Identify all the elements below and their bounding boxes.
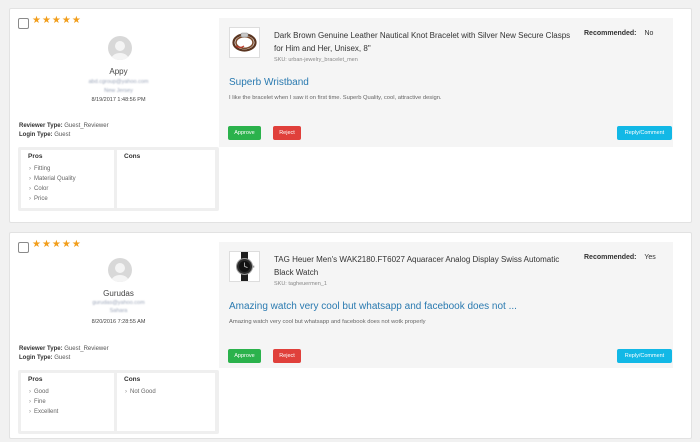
- reviewer-type-label: Reviewer Type:: [19, 346, 63, 352]
- reviewer-name: Gurudas: [103, 289, 134, 298]
- review-card: ★★★★★ Gurudas gurudas@yahoo.com Sahara 8…: [9, 232, 692, 439]
- login-type: Login Type: Guest: [19, 355, 70, 361]
- list-item: › Good: [29, 389, 49, 395]
- review-detail-panel: TAG Heuer Men's WAK2180.FT6027 Aquaracer…: [219, 242, 673, 368]
- review-date: 8/19/2017 1:48:56 PM: [91, 97, 146, 103]
- chevron-right-icon: ›: [29, 399, 31, 405]
- rating-stars: ★★★★★: [32, 239, 82, 250]
- reject-button[interactable]: Reject: [273, 349, 301, 363]
- product-thumbnail[interactable]: [229, 27, 260, 58]
- review-title: Superb Wristband: [229, 77, 309, 88]
- reviewer-location: New Jersey: [104, 88, 133, 94]
- review-detail-panel: Dark Brown Genuine Leather Nautical Knot…: [219, 18, 673, 147]
- list-item: › Fine: [29, 399, 46, 405]
- reviewer-email: abd.cgroup@yahoo.com: [88, 79, 149, 85]
- review-card: ★★★★★ Appy abd.cgroup@yahoo.com New Jers…: [9, 8, 692, 223]
- login-type-label: Login Type:: [19, 132, 53, 138]
- chevron-right-icon: ›: [29, 176, 31, 182]
- pros-title: Pros: [28, 376, 43, 383]
- product-sku: SKU: tagheuermen_1: [274, 281, 327, 287]
- review-title: Amazing watch very cool but whatsapp and…: [229, 301, 517, 312]
- login-type: Login Type: Guest: [19, 132, 70, 138]
- rating-stars: ★★★★★: [32, 15, 82, 26]
- pros-cons-panel: Pros › Good › Fine › Excellent Cons › Not Go…: [18, 370, 219, 434]
- reviewer-type: Reviewer Type: Guest_Reviewer: [19, 346, 109, 352]
- recommended-status: Recommended: No: [584, 30, 653, 37]
- chevron-right-icon: ›: [29, 409, 31, 415]
- list-item: › Color: [29, 186, 49, 192]
- pros-box: Pros › Fitting › Material Quality › Color ›…: [21, 150, 114, 208]
- select-review-checkbox[interactable]: [18, 18, 29, 29]
- list-item: › Fitting: [29, 166, 51, 172]
- avatar: [108, 258, 132, 282]
- login-type-label: Login Type:: [19, 355, 53, 361]
- list-item: › Excellent: [29, 409, 59, 415]
- user-icon: [111, 41, 129, 60]
- recommended-label: Recommended:: [584, 30, 637, 37]
- recommended-status: Recommended: Yes: [584, 254, 656, 261]
- reject-button[interactable]: Reject: [273, 126, 301, 140]
- review-date: 8/20/2016 7:28:55 AM: [91, 319, 146, 325]
- cons-title: Cons: [124, 153, 141, 160]
- reviewer-email: gurudas@yahoo.com: [92, 300, 145, 306]
- chevron-right-icon: ›: [29, 389, 31, 395]
- cons-title: Cons: [124, 376, 141, 383]
- reply-comment-button[interactable]: Reply/Comment: [617, 349, 672, 363]
- approve-button[interactable]: Approve: [228, 349, 261, 363]
- chevron-right-icon: ›: [125, 389, 127, 395]
- review-text: I like the bracelet when I saw it on fir…: [229, 95, 442, 101]
- pros-list: › Good › Fine › Excellent: [29, 387, 58, 417]
- review-text: Amazing watch very cool but whatsapp and…: [229, 319, 426, 325]
- reply-comment-button[interactable]: Reply/Comment: [617, 126, 672, 140]
- chevron-right-icon: ›: [29, 196, 31, 202]
- product-thumbnail[interactable]: [229, 251, 260, 282]
- pros-cons-panel: Pros › Fitting › Material Quality › Color ›…: [18, 147, 219, 211]
- cons-box: Cons › Not Good: [117, 373, 215, 431]
- reviewer-type-value: Guest_Reviewer: [64, 123, 109, 129]
- pros-box: Pros › Good › Fine › Excellent: [21, 373, 114, 431]
- chevron-right-icon: ›: [29, 186, 31, 192]
- product-title[interactable]: Dark Brown Genuine Leather Nautical Knot…: [274, 29, 574, 55]
- watch-icon: [230, 252, 259, 281]
- select-review-checkbox[interactable]: [18, 242, 29, 253]
- list-item: › Not Good: [125, 389, 156, 395]
- login-type-value: Guest: [54, 132, 71, 138]
- product-title[interactable]: TAG Heuer Men's WAK2180.FT6027 Aquaracer…: [274, 253, 574, 279]
- chevron-right-icon: ›: [29, 166, 31, 172]
- reviewer-name: Appy: [109, 67, 128, 76]
- bracelet-icon: [230, 28, 259, 57]
- cons-list: › Not Good: [125, 387, 156, 397]
- reviewer-type-value: Guest_Reviewer: [64, 346, 109, 352]
- login-type-value: Guest: [54, 355, 71, 361]
- reviewer-type-label: Reviewer Type:: [19, 123, 63, 129]
- list-item: › Material Quality: [29, 176, 76, 182]
- avatar: [108, 36, 132, 60]
- cons-box: Cons: [117, 150, 215, 208]
- reviewer-location: Sahara: [109, 308, 128, 314]
- recommended-label: Recommended:: [584, 254, 637, 261]
- recommended-value: No: [644, 30, 654, 37]
- pros-list: › Fitting › Material Quality › Color › Price: [29, 164, 76, 204]
- product-sku: SKU: urban-jewelry_bracelet_men: [274, 57, 358, 63]
- reviewer-type: Reviewer Type: Guest_Reviewer: [19, 123, 109, 129]
- approve-button[interactable]: Approve: [228, 126, 261, 140]
- list-item: › Price: [29, 196, 48, 202]
- recommended-value: Yes: [644, 254, 656, 261]
- user-icon: [111, 263, 129, 282]
- pros-title: Pros: [28, 153, 43, 160]
